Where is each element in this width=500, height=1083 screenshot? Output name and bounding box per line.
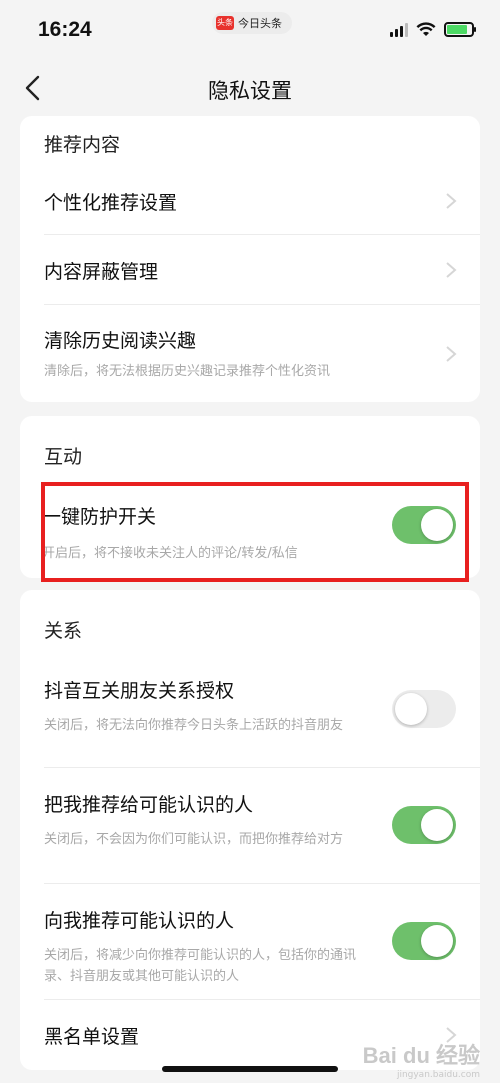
wifi-icon [416, 22, 436, 36]
page-title: 隐私设置 [208, 79, 292, 103]
recommend-section-title: 推荐内容 [44, 134, 121, 156]
app-name: 今日头条 [238, 17, 282, 30]
row-label: 个性化推荐设置 [44, 192, 178, 214]
watermark-logo: Bai du 经验 [362, 1043, 480, 1068]
divider [44, 304, 480, 305]
row-description: 关闭后，将无法向你推荐今日头条上活跃的抖音朋友 [44, 718, 344, 733]
status-icons [390, 22, 476, 37]
nav-bar: 隐私设置 [0, 62, 500, 116]
battery-icon [444, 22, 476, 37]
personalized-recommend-item[interactable]: 个性化推荐设置 [44, 188, 480, 215]
row-description: 清除后，将无法根据历史兴趣记录推荐个性化资讯 [44, 364, 331, 379]
status-bar: 16:24 头条 今日头条 [0, 0, 500, 62]
recommend-me-to-others-toggle[interactable] [392, 806, 456, 844]
recommend-people-to-me-toggle[interactable] [392, 922, 456, 960]
douyin-friends-auth-toggle[interactable] [392, 690, 456, 728]
chevron-right-icon [446, 346, 457, 362]
recommend-section: 推荐内容 个性化推荐设置 内容屏蔽管理 清除历史阅读兴趣 清除后，将无法根据历史… [20, 116, 480, 402]
row-label: 内容屏蔽管理 [44, 261, 159, 283]
app-logo-icon: 头条 [216, 16, 234, 30]
watermark-url: jingyan.baidu.com [396, 1070, 480, 1080]
baidu-watermark: Bai du 经验 jingyan.baidu.com [363, 1038, 480, 1080]
chevron-right-icon [446, 262, 457, 278]
row-description: 关闭后，将减少向你推荐可能认识的人，包括你的通讯录、抖音朋友或其他可能认识的人 [44, 948, 357, 984]
back-to-app-indicator[interactable]: 头条 今日头条 [212, 12, 292, 34]
status-time: 16:24 [38, 18, 92, 41]
interaction-section-title: 互动 [44, 446, 83, 468]
chevron-right-icon [446, 193, 457, 209]
divider [44, 999, 480, 1000]
row-description: 关闭后，不会因为你们可能认识，而把你推荐给对方 [44, 832, 344, 847]
home-indicator[interactable] [162, 1066, 338, 1072]
relation-section-title: 关系 [44, 620, 83, 642]
clear-history-item[interactable]: 清除历史阅读兴趣 清除后，将无法根据历史兴趣记录推荐个性化资讯 [44, 326, 480, 382]
row-label: 清除历史阅读兴趣 [44, 330, 197, 352]
content-block-item[interactable]: 内容屏蔽管理 [44, 257, 480, 284]
divider [44, 767, 480, 768]
relation-section: 关系 抖音互关朋友关系授权 关闭后，将无法向你推荐今日头条上活跃的抖音朋友 把我… [20, 590, 480, 1070]
divider [44, 234, 480, 235]
cellular-signal-icon [390, 22, 408, 37]
highlight-annotation [41, 482, 469, 582]
divider [44, 883, 480, 884]
